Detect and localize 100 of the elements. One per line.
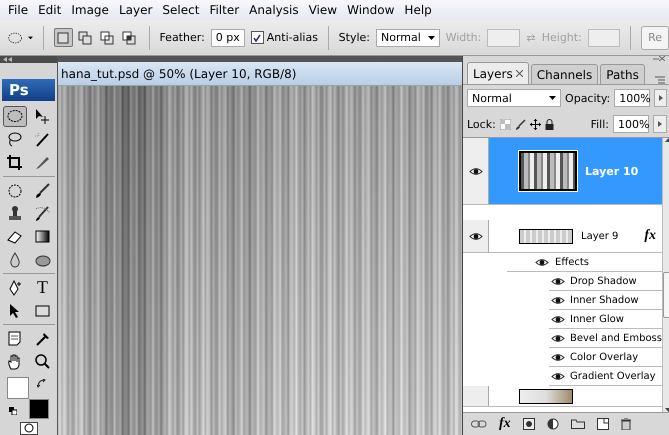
eye-icon[interactable]: [551, 314, 565, 324]
lasso-icon[interactable]: [6, 130, 23, 148]
stamp-icon[interactable]: [6, 204, 23, 222]
lock-icon[interactable]: [544, 118, 554, 130]
feather-input[interactable]: 0 px: [210, 28, 245, 46]
play-icon[interactable]: [658, 121, 662, 127]
lock-label: Lock:: [467, 118, 496, 130]
minimize-icon[interactable]: [653, 56, 659, 61]
menu-item[interactable]: Filter: [205, 3, 246, 17]
foreground-swatch[interactable]: [6, 376, 28, 399]
zoom-icon[interactable]: [34, 352, 51, 370]
style-dropdown[interactable]: Normal: [376, 28, 440, 46]
move-icon[interactable]: [34, 108, 51, 125]
height-input[interactable]: [588, 28, 620, 46]
width-label: Width:: [446, 31, 482, 44]
fill-label: Fill:: [590, 118, 609, 130]
circle-icon: [24, 423, 34, 434]
squares-icon: [100, 30, 114, 44]
caret-icon[interactable]: [28, 36, 34, 40]
move-icon[interactable]: [530, 118, 541, 130]
visibility-cell[interactable]: [463, 386, 489, 406]
effect-name[interactable]: Drop Shadow: [570, 276, 637, 286]
checkbox[interactable]: [250, 31, 264, 44]
note-icon[interactable]: [6, 330, 23, 347]
dotted-circle-icon[interactable]: [6, 182, 23, 199]
layer-name: Layer 9: [581, 230, 618, 242]
layer-name: Layer 10: [585, 164, 638, 178]
height-label: Height:: [542, 31, 582, 44]
blend-mode-dropdown[interactable]: Normal: [467, 89, 562, 107]
menu-item[interactable]: Help: [400, 3, 438, 17]
default-colors-icon[interactable]: [8, 406, 16, 415]
visibility-cell[interactable]: [463, 138, 489, 204]
half-circle-icon[interactable]: [546, 418, 559, 430]
eye-icon[interactable]: [551, 372, 565, 380]
menu-item[interactable]: Layer: [114, 3, 158, 17]
squares-icon: [78, 30, 92, 44]
effect-name[interactable]: Bevel and Emboss: [570, 332, 662, 344]
gradient-icon[interactable]: [34, 228, 51, 245]
menu-item[interactable]: Analysis: [245, 3, 305, 17]
eye-icon[interactable]: [468, 232, 482, 240]
fill-input[interactable]: 100%: [613, 115, 649, 133]
eye-icon[interactable]: [535, 258, 549, 266]
fx-label: fx: [644, 228, 656, 244]
effect-name[interactable]: Gradient Overlay: [570, 370, 656, 382]
visibility-cell[interactable]: [463, 220, 489, 252]
width-input[interactable]: [487, 28, 520, 46]
menu-item[interactable]: View: [304, 3, 344, 17]
caret-icon: [549, 96, 556, 100]
crop-icon[interactable]: [6, 154, 23, 171]
menu-item[interactable]: File: [4, 3, 34, 17]
panel-tab[interactable]: Channels: [530, 64, 598, 84]
document-tab[interactable]: hana_tut.psd @ 50% (Layer 10, RGB/8): [58, 62, 462, 86]
menu-item[interactable]: Image: [67, 3, 115, 17]
menu-item[interactable]: Select: [158, 3, 206, 17]
link-icon[interactable]: [471, 420, 487, 428]
close-icon[interactable]: [659, 56, 665, 61]
caret-icon: [428, 36, 435, 40]
eye-icon[interactable]: [551, 296, 565, 304]
trash-icon[interactable]: [620, 418, 631, 430]
menu-item[interactable]: Edit: [34, 3, 68, 17]
panel-tab[interactable]: Paths: [600, 64, 645, 84]
brush-icon[interactable]: [34, 204, 51, 222]
eye-icon[interactable]: [468, 166, 482, 176]
ellipse-selection-icon[interactable]: [8, 30, 22, 46]
close-icon[interactable]: [516, 70, 523, 77]
style-label: Style:: [338, 31, 370, 44]
menu-icon[interactable]: [655, 76, 665, 84]
layer-thumbnail: [519, 228, 573, 244]
mask-icon[interactable]: [522, 418, 535, 430]
anti-alias-label: Anti-alias: [266, 31, 318, 44]
effect-name[interactable]: Inner Shadow: [570, 294, 639, 306]
layer-thumbnail: [519, 151, 577, 191]
effect-name[interactable]: Color Overlay: [570, 352, 638, 362]
brush-icon[interactable]: [514, 118, 526, 130]
selection-mode-button[interactable]: [54, 28, 73, 47]
new-layer-icon[interactable]: [596, 418, 609, 430]
add-style-button[interactable]: fx: [499, 416, 511, 432]
effect-name[interactable]: Inner Glow: [570, 314, 624, 324]
squares-icon: [122, 30, 136, 44]
layer-row[interactable]: Layer 9 fx: [489, 220, 662, 252]
eye-icon[interactable]: [551, 334, 565, 342]
opacity-label: Opacity:: [565, 92, 610, 104]
brush-icon[interactable]: [34, 182, 51, 199]
folder-icon[interactable]: [570, 419, 585, 429]
menu-item[interactable]: Window: [343, 3, 400, 17]
ellipse-selection-icon[interactable]: [6, 108, 23, 125]
checkmark-icon: [253, 34, 262, 42]
background-swatch[interactable]: [28, 398, 48, 419]
checkerboard-icon[interactable]: [500, 118, 511, 130]
opacity-input[interactable]: 100%: [614, 89, 650, 107]
play-icon[interactable]: [658, 95, 663, 101]
eye-icon[interactable]: [551, 276, 565, 286]
quick-mask-button[interactable]: [20, 422, 38, 435]
panel-tab[interactable]: Layers: [467, 62, 529, 84]
swap-arrows-icon[interactable]: [36, 378, 46, 388]
wand-icon[interactable]: [34, 130, 51, 148]
collapse-arrows-icon[interactable]: [3, 56, 13, 62]
type-tool[interactable]: T: [30, 276, 54, 298]
eye-icon[interactable]: [551, 352, 565, 362]
effects-label: Effects: [555, 256, 589, 268]
